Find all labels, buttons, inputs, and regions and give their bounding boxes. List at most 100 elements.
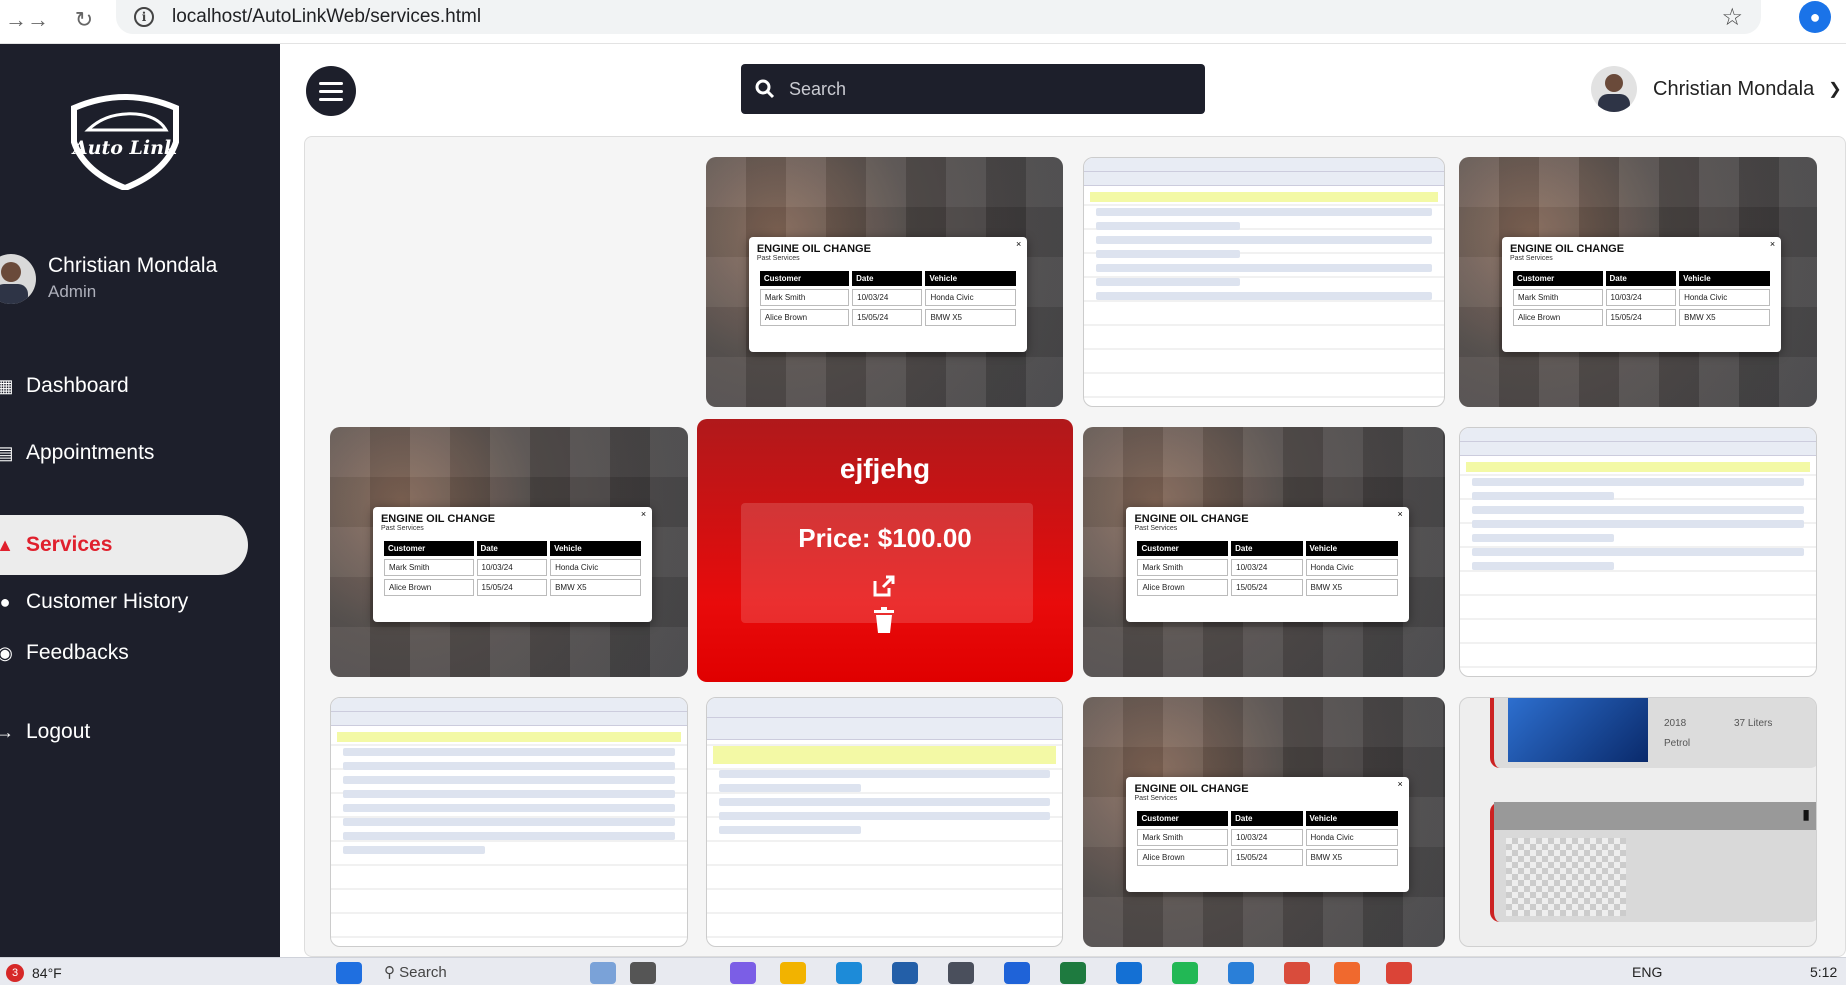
service-card[interactable] (1459, 427, 1817, 677)
edit-icon[interactable] (869, 571, 899, 601)
preview-subtitle: Past Services (380, 525, 424, 532)
preview-subtitle: Past Services (1134, 525, 1178, 532)
service-card[interactable]: × ENGINE OIL CHANGE Past Services Custom… (1459, 157, 1817, 407)
chevron-down-icon[interactable]: ❯ (1828, 79, 1841, 99)
car-details-panel: ▮ (1490, 802, 1816, 922)
sidebar-item-label: Feedbacks (26, 641, 129, 664)
close-icon: × (1397, 509, 1403, 519)
top-user-menu[interactable]: Christian Mondala ❯ (1591, 64, 1842, 114)
service-card[interactable] (1083, 157, 1445, 407)
sidebar-item-dashboard[interactable]: ▦ Dashboard (0, 356, 248, 416)
browser-profile-icon[interactable]: ● (1799, 1, 1831, 33)
menu-toggle-button[interactable] (306, 66, 356, 116)
sidebar-user-role: Admin (48, 282, 97, 301)
car-details-panel: 2018 37 Liters Petrol (1490, 698, 1816, 768)
folder-icon[interactable] (780, 962, 806, 984)
service-card[interactable]: × ENGINE OIL CHANGE Past Services Custom… (1083, 427, 1445, 677)
language-indicator[interactable]: ENG (1632, 964, 1662, 980)
app-icon[interactable] (590, 962, 616, 984)
topbar: Christian Mondala ❯ (280, 44, 1846, 136)
close-icon: × (1016, 239, 1022, 249)
address-bar[interactable]: i localhost/AutoLinkWeb/services.html ☆ (116, 0, 1761, 34)
preview-table: Customer Date Vehicle Mark Smith 10/03/24 Ho… (1134, 538, 1400, 599)
oil-change-preview: × ENGINE OIL CHANGE Past Services Custom… (372, 507, 653, 622)
forward-icon[interactable]: → (22, 4, 54, 36)
trash-icon[interactable] (869, 605, 899, 635)
dashboard-icon: ▦ (0, 375, 14, 396)
app-icon[interactable] (1334, 962, 1360, 984)
trash-icon[interactable]: ▮ (1802, 806, 1810, 823)
edge-icon[interactable] (836, 962, 862, 984)
sidebar-item-label: Services (26, 533, 113, 556)
app-icon[interactable] (1284, 962, 1310, 984)
preview-table: Customer Date Vehicle Mark Smith 10/03/24 Ho… (757, 268, 1019, 329)
taskbar: 3 84°F ⚲ Search ENG 5:12 (0, 957, 1846, 985)
sidebar-item-label: Dashboard (26, 374, 129, 397)
notification-badge: 3 (6, 964, 24, 982)
outlook-icon[interactable] (1116, 962, 1142, 984)
service-card[interactable] (330, 697, 688, 947)
svg-text:Auto Link: Auto Link (71, 137, 177, 159)
windows-start-icon[interactable] (336, 962, 362, 984)
app-icon[interactable] (730, 962, 756, 984)
calendar-icon: ▤ (0, 442, 14, 463)
services-grid: × ENGINE OIL CHANGE Past Services Custom… (304, 136, 1846, 957)
vscode-icon[interactable] (1228, 962, 1254, 984)
image-placeholder (1506, 838, 1626, 916)
excel-icon[interactable] (1060, 962, 1086, 984)
app-icon[interactable] (630, 962, 656, 984)
service-card[interactable]: × ENGINE OIL CHANGE Past Services Custom… (706, 157, 1063, 407)
service-card[interactable]: 2018 37 Liters Petrol ▮ (1459, 697, 1817, 947)
service-card[interactable]: × ENGINE OIL CHANGE Past Services Custom… (330, 427, 688, 677)
close-icon: × (1397, 779, 1403, 789)
oil-change-preview: × ENGINE OIL CHANGE Past Services Custom… (1126, 777, 1409, 892)
search-box (741, 64, 1205, 114)
sidebar-item-appointments[interactable]: ▤ Appointments (0, 423, 248, 483)
chrome-icon[interactable] (1386, 962, 1412, 984)
oil-change-preview: × ENGINE OIL CHANGE Past Services Custom… (748, 237, 1028, 352)
app-icon[interactable] (948, 962, 974, 984)
car-year: 2018 (1664, 718, 1687, 729)
comments-icon: ◉ (0, 642, 13, 663)
app-icon[interactable] (892, 962, 918, 984)
service-card-hovered[interactable]: ejfjehg Price: $100.00 (697, 419, 1073, 682)
taskbar-search[interactable]: ⚲ Search (384, 963, 447, 981)
car-fuel: Petrol (1664, 738, 1691, 749)
preview-subtitle: Past Services (756, 255, 800, 262)
sidebar-item-label: Appointments (26, 441, 155, 464)
app-icon[interactable] (1004, 962, 1030, 984)
oil-change-preview: × ENGINE OIL CHANGE Past Services Custom… (1501, 237, 1782, 352)
oil-change-preview: × ENGINE OIL CHANGE Past Services Custom… (1126, 507, 1409, 622)
top-user-name: Christian Mondala (1653, 77, 1815, 100)
preview-title: ENGINE OIL CHANGE (1134, 513, 1249, 525)
preview-table: Customer Date Vehicle Mark Smith 10/03/24 Ho… (381, 538, 644, 599)
reload-icon[interactable]: ↻ (68, 4, 100, 36)
bookmark-star-icon[interactable]: ☆ (1721, 3, 1743, 32)
spotify-icon[interactable] (1172, 962, 1198, 984)
preview-title: ENGINE OIL CHANGE (1134, 783, 1249, 795)
sidebar-item-feedbacks[interactable]: ◉ Feedbacks (0, 623, 248, 683)
site-info-icon[interactable]: i (134, 7, 154, 27)
preview-title: ENGINE OIL CHANGE (756, 243, 871, 255)
sidebar-item-services[interactable]: ▲ Services (0, 515, 248, 575)
car-image (1508, 698, 1648, 762)
logout-icon: → (0, 721, 14, 742)
taskbar-search-label: Search (399, 964, 447, 981)
user-history-icon: ● (0, 591, 11, 612)
service-card[interactable]: × ENGINE OIL CHANGE Past Services Custom… (1083, 697, 1445, 947)
preview-subtitle: Past Services (1134, 795, 1178, 802)
search-input[interactable] (789, 78, 1189, 100)
close-icon: × (1769, 239, 1776, 249)
service-card[interactable] (706, 697, 1063, 947)
preview-title: ENGINE OIL CHANGE (1509, 243, 1625, 255)
temperature: 84°F (32, 965, 62, 981)
clock[interactable]: 5:12 (1810, 964, 1837, 980)
car-icon: ▲ (0, 534, 14, 555)
url-text[interactable]: localhost/AutoLinkWeb/services.html (172, 6, 481, 28)
sidebar-user-name: Christian Mondala (48, 254, 218, 277)
sidebar-item-logout[interactable]: → Logout (0, 702, 248, 762)
browser-bar: → → ↻ i localhost/AutoLinkWeb/services.h… (0, 0, 1846, 44)
weather-widget[interactable]: 3 84°F (6, 964, 62, 982)
service-price: Price: $100.00 (798, 523, 972, 553)
preview-subtitle: Past Services (1509, 255, 1553, 262)
